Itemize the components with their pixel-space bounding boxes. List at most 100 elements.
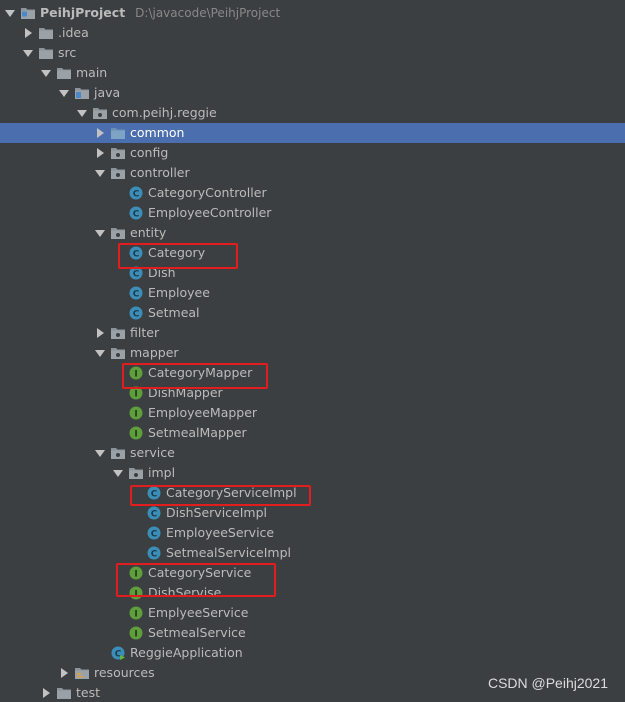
file-label: SetmealMapper [148, 425, 247, 440]
tree-node-impl[interactable]: impl [0, 463, 625, 483]
tree-node-setmeal-service[interactable]: SetmealService [0, 623, 625, 643]
file-label: DishServise [148, 585, 222, 600]
chevron-down-icon[interactable] [76, 103, 88, 123]
tree-node-dish-servise[interactable]: DishServise [0, 583, 625, 603]
interface-icon [128, 605, 144, 621]
folder-label: .idea [58, 25, 89, 40]
tree-node-filter[interactable]: filter [0, 323, 625, 343]
interface-icon [128, 385, 144, 401]
chevron-right-icon[interactable] [94, 123, 106, 143]
tree-node-category[interactable]: Category [0, 243, 625, 263]
tree-node-dish[interactable]: Dish [0, 263, 625, 283]
chevron-down-icon[interactable] [94, 223, 106, 243]
package-icon [110, 225, 126, 241]
tree-node-src[interactable]: src [0, 43, 625, 63]
folder-label: config [130, 145, 169, 160]
chevron-down-icon[interactable] [58, 83, 70, 103]
package-icon [110, 325, 126, 341]
project-tree: PeihjProject D:\javacode\PeihjProject .i… [0, 3, 625, 702]
tree-node-main[interactable]: main [0, 63, 625, 83]
interface-icon [128, 625, 144, 641]
tree-node-mapper[interactable]: mapper [0, 343, 625, 363]
folder-label: common [130, 125, 185, 140]
project-folder-icon [20, 5, 36, 21]
class-icon [128, 245, 144, 261]
folder-label: test [76, 685, 101, 700]
class-icon [146, 525, 162, 541]
tree-node-category-mapper[interactable]: CategoryMapper [0, 363, 625, 383]
package-icon [128, 465, 144, 481]
folder-label: impl [148, 465, 176, 480]
interface-icon [128, 365, 144, 381]
file-label: Category [148, 245, 206, 260]
file-label: CategoryServiceImpl [166, 485, 297, 500]
folder-label: service [130, 445, 175, 460]
tree-node-java[interactable]: java [0, 83, 625, 103]
resources-folder-icon [74, 665, 90, 681]
tree-node-employee[interactable]: Employee [0, 283, 625, 303]
file-label: Dish [148, 265, 176, 280]
tree-node-category-service[interactable]: CategoryService [0, 563, 625, 583]
tree-node-employee-controller[interactable]: EmployeeController [0, 203, 625, 223]
project-path: D:\javacode\PeihjProject [135, 6, 281, 20]
file-label: EmployeeMapper [148, 405, 258, 420]
source-folder-icon [74, 85, 90, 101]
interface-icon [128, 405, 144, 421]
chevron-down-icon[interactable] [4, 3, 16, 23]
tree-node-package[interactable]: com.peihj.reggie [0, 103, 625, 123]
chevron-down-icon[interactable] [94, 443, 106, 463]
chevron-right-icon[interactable] [94, 323, 106, 343]
spring-boot-app-icon [110, 645, 126, 661]
tree-node-setmeal-mapper[interactable]: SetmealMapper [0, 423, 625, 443]
folder-label: entity [130, 225, 167, 240]
project-name: PeihjProject [40, 5, 126, 20]
tree-node-employee-mapper[interactable]: EmployeeMapper [0, 403, 625, 423]
tree-node-category-service-impl[interactable]: CategoryServiceImpl [0, 483, 625, 503]
tree-node-service[interactable]: service [0, 443, 625, 463]
folder-icon [56, 685, 72, 701]
folder-label: java [94, 85, 121, 100]
package-icon [110, 345, 126, 361]
file-label: EmplyeeService [148, 605, 249, 620]
chevron-right-icon[interactable] [94, 143, 106, 163]
package-icon [110, 445, 126, 461]
file-label: EmployeeService [166, 525, 275, 540]
chevron-down-icon[interactable] [94, 163, 106, 183]
chevron-right-icon[interactable] [40, 683, 52, 702]
tree-node-entity[interactable]: entity [0, 223, 625, 243]
file-label: CategoryService [148, 565, 252, 580]
folder-icon [56, 65, 72, 81]
folder-icon [38, 25, 54, 41]
package-icon [110, 165, 126, 181]
tree-node-project-root[interactable]: PeihjProject D:\javacode\PeihjProject [0, 3, 625, 23]
class-icon [128, 285, 144, 301]
package-icon [110, 125, 126, 141]
folder-label: controller [130, 165, 190, 180]
chevron-down-icon[interactable] [94, 343, 106, 363]
folder-label: filter [130, 325, 160, 340]
watermark: CSDN @Peihj2021 [487, 675, 608, 691]
tree-node-dish-mapper[interactable]: DishMapper [0, 383, 625, 403]
class-icon [146, 505, 162, 521]
tree-node-setmeal[interactable]: Setmeal [0, 303, 625, 323]
tree-node-emplyee-service[interactable]: EmplyeeService [0, 603, 625, 623]
file-label: SetmealServiceImpl [166, 545, 291, 560]
tree-node-dish-service-impl[interactable]: DishServiceImpl [0, 503, 625, 523]
chevron-down-icon[interactable] [112, 463, 124, 483]
tree-node-config[interactable]: config [0, 143, 625, 163]
chevron-right-icon[interactable] [22, 23, 34, 43]
tree-node-employee-service[interactable]: EmployeeService [0, 523, 625, 543]
folder-icon [38, 45, 54, 61]
chevron-right-icon[interactable] [58, 663, 70, 683]
tree-node-controller[interactable]: controller [0, 163, 625, 183]
tree-node-setmeal-service-impl[interactable]: SetmealServiceImpl [0, 543, 625, 563]
folder-label: main [76, 65, 108, 80]
class-icon [128, 205, 144, 221]
tree-node-idea[interactable]: .idea [0, 23, 625, 43]
class-icon [128, 185, 144, 201]
tree-node-common[interactable]: common [0, 123, 625, 143]
tree-node-reggie-application[interactable]: ReggieApplication [0, 643, 625, 663]
chevron-down-icon[interactable] [40, 63, 52, 83]
chevron-down-icon[interactable] [22, 43, 34, 63]
tree-node-category-controller[interactable]: CategoryController [0, 183, 625, 203]
